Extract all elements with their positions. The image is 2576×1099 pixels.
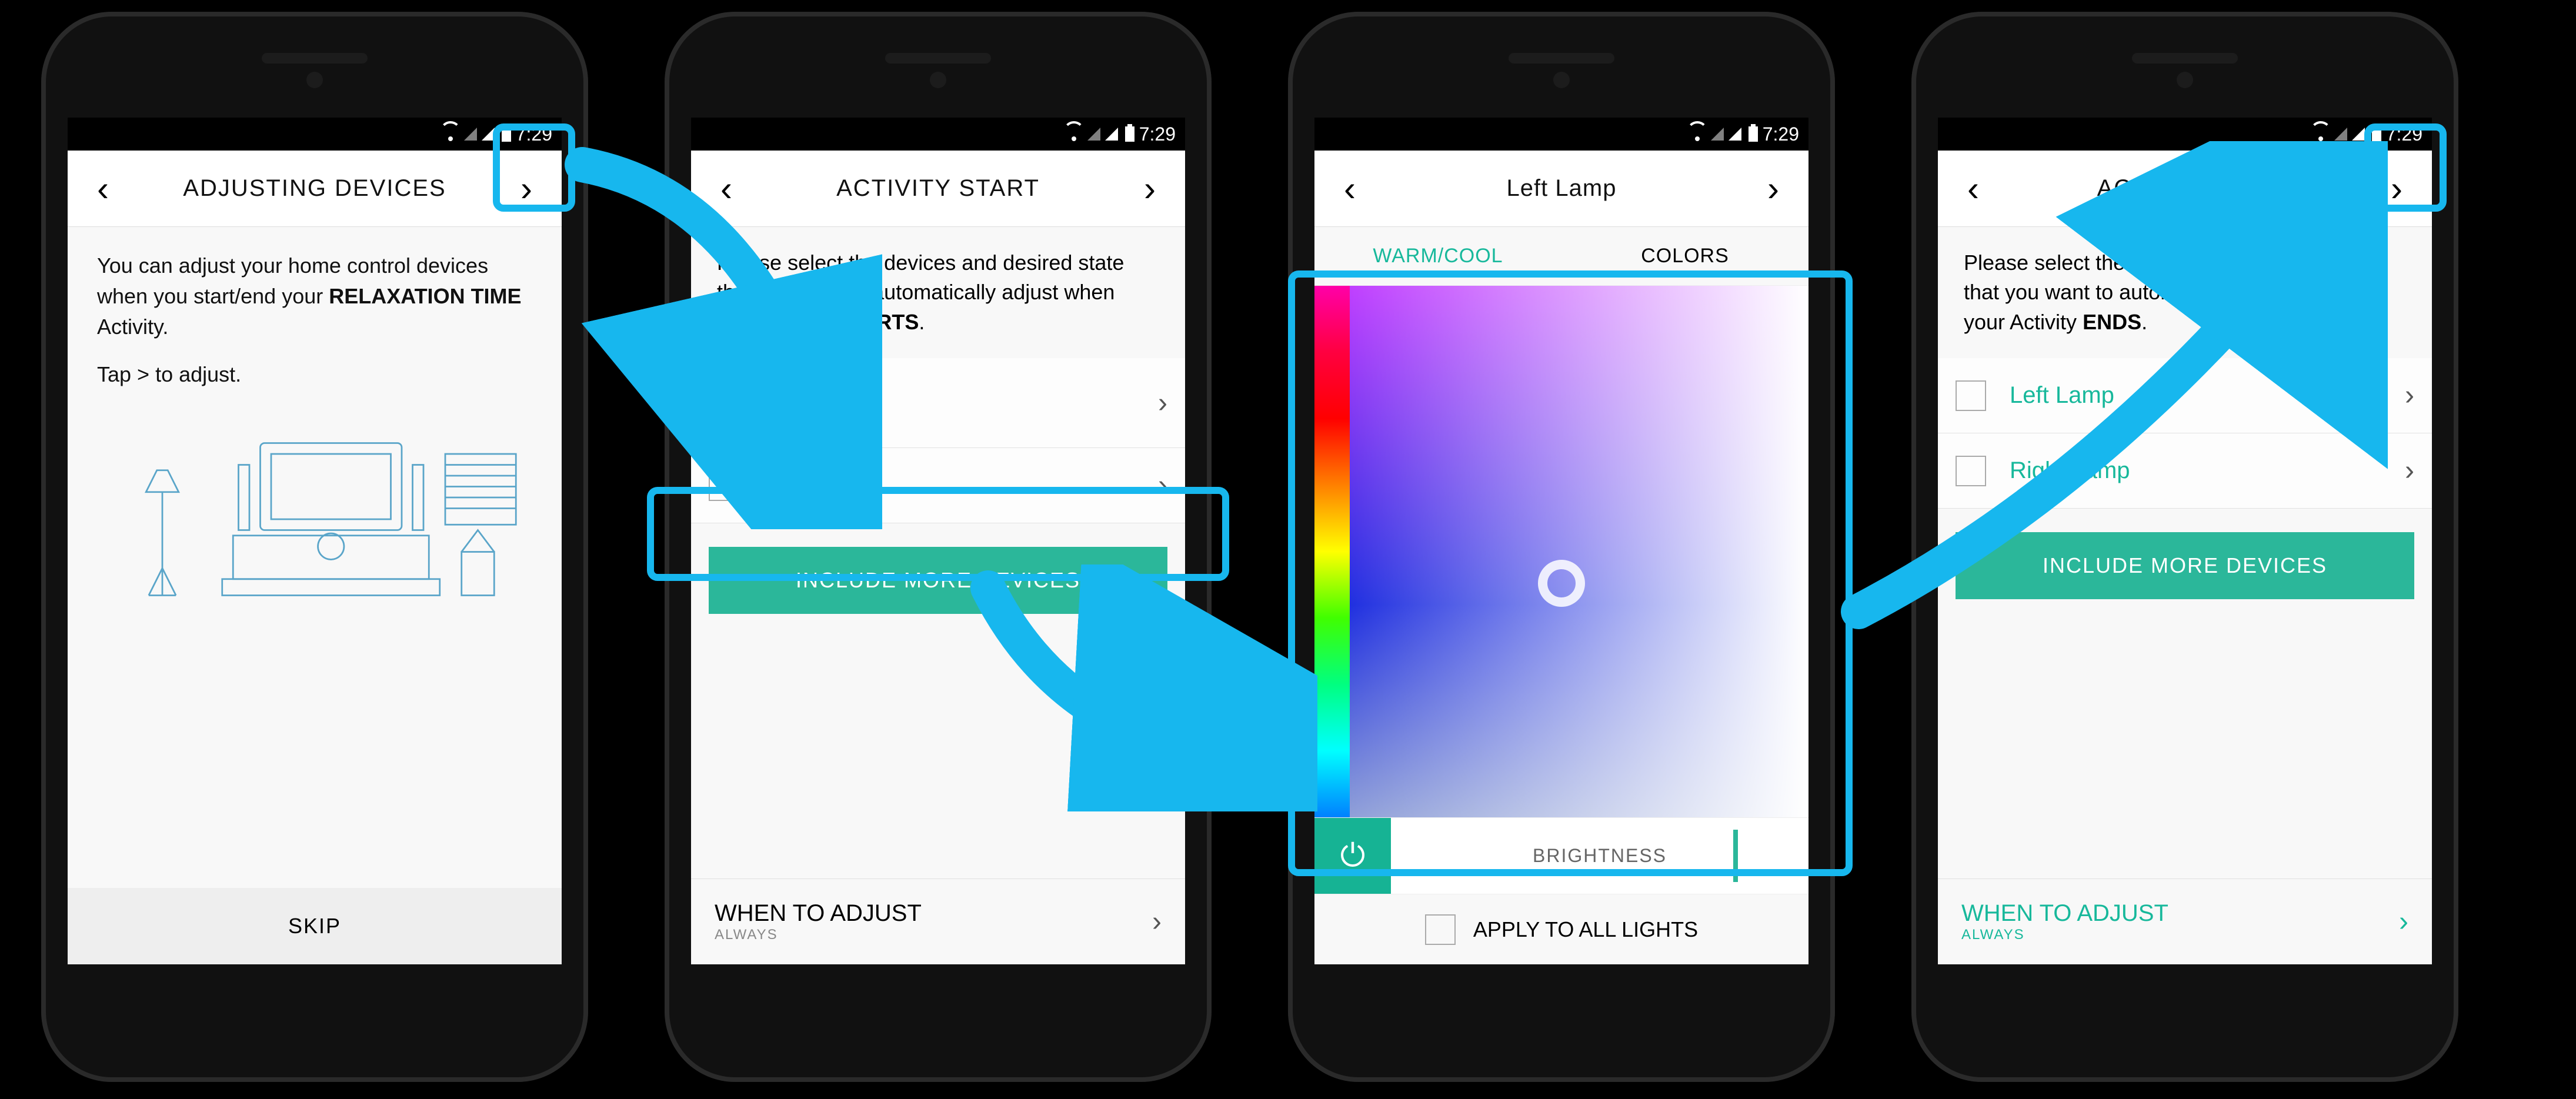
page-title: Left Lamp [1507,175,1617,202]
signal-icon [482,128,495,141]
checkbox[interactable] [709,388,739,418]
include-more-devices-button[interactable]: INCLUDE MORE DEVICES [709,547,1167,614]
status-bar: 7:29 [691,118,1185,151]
clock: 7:29 [2386,123,2422,145]
device-row-left-lamp[interactable]: Left Lamp ON · 80% › [691,358,1185,448]
title-bar: ‹ ACTIVITY START › [691,151,1185,227]
page-title: ADJUSTING DEVICES [183,175,446,202]
next-button[interactable]: › [1756,162,1791,215]
intro-text: You can adjust your home control devices… [97,250,532,343]
next-button[interactable]: › [1132,162,1167,215]
status-bar: 7:29 [1314,118,1808,151]
color-cursor[interactable] [1538,560,1585,607]
wifi-icon [1689,127,1706,141]
next-button[interactable]: › [2379,162,2414,215]
back-button[interactable]: ‹ [85,162,121,215]
signal-icon [2334,128,2347,141]
color-picker[interactable] [1314,286,1808,817]
apply-all-row[interactable]: APPLY TO ALL LIGHTS [1314,894,1808,964]
when-sub: ALWAYS [715,927,922,943]
title-bar: ‹ ADJUSTING DEVICES › [68,151,562,227]
hint-text: Tap > to adjust. [97,359,532,390]
tab-colors[interactable]: COLORS [1561,245,1808,268]
phone-activity-start: 7:29 ‹ ACTIVITY START › Please select th… [665,12,1212,1082]
saturation-field[interactable] [1350,286,1808,817]
back-button[interactable]: ‹ [1956,162,1991,215]
screen: 7:29 ‹ Left Lamp › WARM/COOL COLORS ⏻ BR… [1314,118,1808,964]
back-button[interactable]: ‹ [709,162,744,215]
screen: 7:29 ‹ ACTIVITY END › Please select the … [1938,118,2432,964]
device-row-right-lamp[interactable]: Right Lamp › [1938,433,2432,509]
hue-slider[interactable] [1314,286,1350,817]
clock: 7:29 [516,123,552,145]
phone-activity-end: 7:29 ‹ ACTIVITY END › Please select the … [1911,12,2458,1082]
battery-icon [1125,126,1134,142]
status-bar: 7:29 [68,118,562,151]
back-button[interactable]: ‹ [1332,162,1367,215]
when-to-adjust-row[interactable]: WHEN TO ADJUST ALWAYS › [1938,878,2432,964]
chevron-right-icon: › [1158,469,1167,502]
intro-text: Please select the devices and desired st… [1938,227,2432,358]
power-button[interactable]: ⏻ [1314,818,1391,894]
phone-left-lamp: 7:29 ‹ Left Lamp › WARM/COOL COLORS ⏻ BR… [1288,12,1835,1082]
device-label: Left Lamp [2010,382,2405,409]
device-label: Right Lamp [763,472,1158,499]
signal-icon [1711,128,1724,141]
when-sub: ALWAYS [1961,927,2168,943]
brightness-row: ⏻ BRIGHTNESS [1314,817,1808,894]
checkbox[interactable] [1956,380,1986,411]
chevron-right-icon: › [2399,906,2408,938]
phone-adjusting-devices: 7:29 ‹ ADJUSTING DEVICES › You can adjus… [41,12,588,1082]
title-bar: ‹ Left Lamp › [1314,151,1808,227]
screen: 7:29 ‹ ACTIVITY START › Please select th… [691,118,1185,964]
color-tabs: WARM/COOL COLORS [1314,227,1808,286]
chevron-right-icon: › [2405,455,2414,487]
status-bar: 7:29 [1938,118,2432,151]
brightness-slider[interactable]: BRIGHTNESS [1391,818,1808,894]
chevron-right-icon: › [1152,906,1162,938]
checkbox[interactable] [709,470,739,501]
checkbox[interactable] [1425,914,1456,945]
signal-icon [1729,128,1741,141]
when-title: WHEN TO ADJUST [715,900,922,927]
signal-icon [2352,128,2365,141]
device-label: Right Lamp [2010,457,2405,484]
battery-icon [1749,126,1758,142]
wifi-icon [442,127,459,141]
device-label: Left Lamp ON · 80% [763,379,1158,426]
living-room-illustration [97,419,532,619]
title-bar: ‹ ACTIVITY END › [1938,151,2432,227]
clock: 7:29 [1763,123,1799,145]
page-title: ACTIVITY START [836,175,1040,202]
intro-text: Please select the devices and desired st… [691,227,1185,358]
device-row-right-lamp[interactable]: Right Lamp › [691,448,1185,523]
wifi-icon [2312,127,2330,141]
include-more-devices-button[interactable]: INCLUDE MORE DEVICES [1956,532,2414,599]
next-button[interactable]: › [509,162,544,215]
checkbox[interactable] [1956,456,1986,486]
battery-icon [502,126,511,142]
screen: 7:29 ‹ ADJUSTING DEVICES › You can adjus… [68,118,562,964]
clock: 7:29 [1139,123,1176,145]
chevron-right-icon: › [1158,387,1167,419]
when-title: WHEN TO ADJUST [1961,900,2168,927]
content: You can adjust your home control devices… [68,227,562,888]
chevron-right-icon: › [2405,379,2414,412]
battery-icon [2372,126,2381,142]
device-row-left-lamp[interactable]: Left Lamp › [1938,358,2432,433]
signal-icon [1105,128,1118,141]
when-to-adjust-row[interactable]: WHEN TO ADJUST ALWAYS › [691,878,1185,964]
wifi-icon [1065,127,1083,141]
page-title: ACTIVITY END [2097,175,2273,202]
signal-icon [464,128,477,141]
signal-icon [1087,128,1100,141]
skip-button[interactable]: SKIP [68,888,562,964]
tab-warm-cool[interactable]: WARM/COOL [1314,245,1561,268]
